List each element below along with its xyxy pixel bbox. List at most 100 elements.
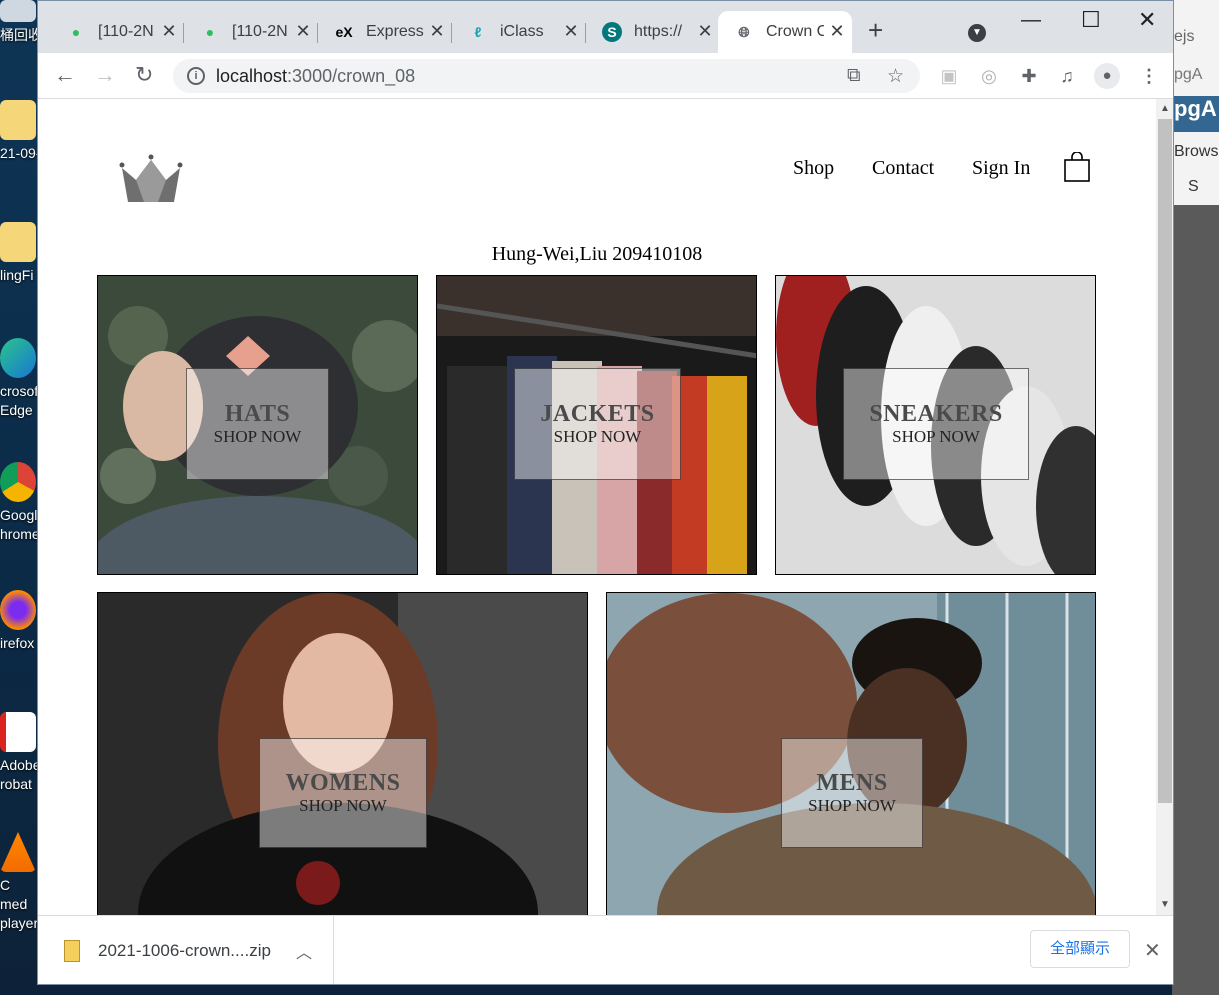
background-app-tree-item: S: [1188, 178, 1199, 195]
zip-file-icon: [64, 940, 80, 962]
shopping-bag-icon[interactable]: [1064, 152, 1090, 182]
desktop-icon-recycle-bin[interactable]: 桶回收: [0, 0, 38, 45]
tab-2[interactable]: ● [110-2N ✕: [184, 11, 318, 53]
category-tile-sneakers[interactable]: SNEAKERS SHOP NOW: [775, 275, 1096, 575]
folder-icon: [0, 100, 36, 140]
desktop-icon-label: Google hrome: [0, 507, 38, 542]
close-icon[interactable]: ✕: [696, 22, 714, 40]
pgadmin-logo: pgA: [1172, 96, 1219, 132]
desktop-icon-acrobat[interactable]: Adobe robat: [0, 712, 38, 794]
tab-6-active[interactable]: 🌐︎ Crown C ✕: [718, 11, 852, 53]
close-icon[interactable]: ✕: [828, 22, 846, 40]
address-bar[interactable]: i localhost:3000/crown_08 ⧉ ☆: [173, 59, 920, 93]
nav-signin-link[interactable]: Sign In: [972, 157, 1030, 180]
back-button[interactable]: ←: [54, 63, 76, 87]
close-icon[interactable]: ✕: [160, 22, 178, 40]
desktop-icon-label: Adobe robat: [0, 757, 38, 792]
nav-shop-link[interactable]: Shop: [793, 157, 834, 180]
forward-button[interactable]: →: [94, 63, 116, 87]
close-icon[interactable]: ✕: [562, 22, 580, 40]
shop-now-label: SHOP NOW: [808, 796, 896, 815]
new-tab-button[interactable]: +: [868, 17, 883, 43]
evernote-icon: ●: [205, 24, 215, 40]
sharepoint-icon: S: [602, 22, 622, 42]
globe-icon: 🌐︎: [738, 23, 750, 40]
profile-avatar-icon[interactable]: ●: [1094, 63, 1120, 89]
extensions-puzzle-icon[interactable]: ✚: [1018, 65, 1040, 87]
tab-3[interactable]: eX Express ✕: [318, 11, 452, 53]
shop-now-label: SHOP NOW: [892, 427, 980, 446]
minimize-button[interactable]: —: [1021, 9, 1041, 32]
url-host: localhost: [216, 66, 288, 86]
category-title: JACKETS: [540, 401, 655, 427]
nav-contact-link[interactable]: Contact: [872, 157, 934, 180]
vertical-scrollbar[interactable]: ▲ ▼: [1156, 99, 1173, 915]
translate-icon[interactable]: ⧉: [847, 65, 861, 87]
category-tile-jackets[interactable]: JACKETS SHOP NOW: [436, 275, 757, 575]
tab-title: Express: [366, 23, 424, 40]
extension-icon-1[interactable]: ▣: [938, 65, 960, 87]
desktop-icon-label: C med player: [0, 877, 38, 931]
iclass-icon: ℓ: [474, 24, 482, 40]
category-title: WOMENS: [285, 770, 401, 796]
tab-title: https://: [634, 23, 683, 40]
firefox-icon: [0, 590, 36, 630]
url-path: :3000/crown_08: [287, 66, 416, 86]
shop-now-label: SHOP NOW: [213, 427, 302, 446]
url-text[interactable]: localhost:3000/crown_08: [216, 66, 415, 87]
express-icon: eX: [335, 24, 353, 40]
chevron-up-icon[interactable]: ︿: [296, 939, 312, 963]
category-title: HATS: [224, 401, 291, 427]
close-download-bar-icon[interactable]: ✕: [1144, 938, 1161, 963]
category-tile-womens[interactable]: WOMENS SHOP NOW: [97, 592, 588, 915]
tile-overlay[interactable]: JACKETS SHOP NOW: [514, 368, 681, 480]
tab-1[interactable]: ● [110-2N ✕: [50, 11, 184, 53]
browser-toolbar: ← → ↻ i localhost:3000/crown_08 ⧉ ☆ ▣ ◎ …: [38, 53, 1173, 99]
background-app-browser-label: Brows: [1174, 143, 1219, 160]
desktop-icon-label: 21-09-: [0, 145, 38, 161]
shop-now-label: SHOP NOW: [553, 427, 642, 446]
download-bar: 2021-1006-crown....zip ︿ 全部顯示 ✕: [38, 915, 1173, 984]
menu-kebab-icon[interactable]: ⋮: [1138, 65, 1160, 87]
chrome-icon: [0, 462, 36, 502]
desktop-icon-label: crosoft Edge: [0, 383, 38, 418]
crown-logo-icon[interactable]: [118, 154, 184, 204]
site-info-icon[interactable]: i: [187, 67, 205, 85]
scroll-up-arrow-icon[interactable]: ▲: [1160, 103, 1170, 114]
download-filename[interactable]: 2021-1006-crown....zip: [98, 941, 271, 961]
bookmark-star-icon[interactable]: ☆: [887, 65, 904, 88]
media-control-icon[interactable]: ♫: [1056, 65, 1078, 87]
tile-overlay[interactable]: MENS SHOP NOW: [781, 738, 923, 848]
window-close-button[interactable]: ✕: [1138, 7, 1156, 33]
tile-overlay[interactable]: WOMENS SHOP NOW: [259, 738, 427, 848]
tab-4[interactable]: ℓ iClass ✕: [452, 11, 586, 53]
category-tile-mens[interactable]: MENS SHOP NOW: [606, 592, 1096, 915]
desktop-icon-firefox[interactable]: irefox: [0, 590, 38, 653]
extension-icon-2[interactable]: ◎: [978, 65, 1000, 87]
background-app-tab: pgA: [1174, 66, 1203, 83]
reload-button[interactable]: ↻: [135, 63, 153, 87]
background-app-panel: [1172, 205, 1219, 995]
tab-title: [110-2N: [232, 23, 288, 40]
tab-5[interactable]: S https:// ✕: [586, 11, 720, 53]
close-icon[interactable]: ✕: [294, 22, 312, 40]
tile-overlay[interactable]: HATS SHOP NOW: [186, 368, 329, 480]
scroll-down-arrow-icon[interactable]: ▼: [1160, 899, 1170, 910]
close-icon[interactable]: ✕: [428, 22, 446, 40]
desktop-icon-chrome[interactable]: Google hrome: [0, 462, 38, 544]
show-all-downloads-button[interactable]: 全部顯示: [1030, 930, 1130, 968]
desktop-icon-folder-2[interactable]: lingFi: [0, 222, 38, 285]
scrollbar-thumb[interactable]: [1158, 119, 1172, 803]
tile-overlay[interactable]: SNEAKERS SHOP NOW: [843, 368, 1029, 480]
category-title: SNEAKERS: [869, 401, 1003, 427]
folder-icon: [0, 222, 36, 262]
desktop-icon-vlc[interactable]: C med player: [0, 832, 38, 933]
tab-title: [110-2N: [98, 23, 154, 40]
download-item[interactable]: 2021-1006-crown....zip ︿: [38, 916, 334, 984]
desktop-icon-edge[interactable]: crosoft Edge: [0, 338, 38, 420]
desktop-icon-folder[interactable]: 21-09-: [0, 100, 38, 163]
category-tile-hats[interactable]: HATS SHOP NOW: [97, 275, 418, 575]
tab-search-icon[interactable]: ▼: [968, 24, 986, 42]
background-app-window: ejs pgA pgA Brows S: [1172, 0, 1219, 995]
maximize-button[interactable]: ☐: [1081, 7, 1101, 33]
